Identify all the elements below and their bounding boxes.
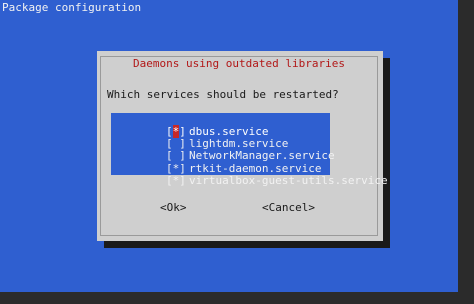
window-edge-bottom [0,292,474,304]
title-bar: Package configuration [0,0,474,18]
ok-button[interactable]: <Ok> [160,201,187,214]
list-item[interactable]: [ ] NetworkManager.service [113,138,335,162]
restart-question: Which services should be restarted? [107,88,339,101]
dialog-buttons: <Ok> <Cancel> [97,201,383,215]
list-item[interactable]: [ ] lightdm.service [113,126,288,150]
terminal-screen: Package configuration Daemons using outd… [0,0,474,304]
checkbox[interactable]: [*] [166,175,187,187]
dialog-title: Daemons using outdated libraries [129,57,349,70]
package-config-dialog: Daemons using outdated libraries Which s… [97,51,388,241]
services-checklist[interactable]: [*] dbus.service [ ] lightdm.service [ ] Ne… [111,113,388,187]
list-item[interactable]: [*] virtualbox-guest-utils.service [113,163,388,187]
list-item[interactable]: [*] rtkit-daemon.service [113,151,321,175]
window-title: Package configuration [2,1,142,14]
service-label: virtualbox-guest-utils.service [188,174,388,187]
list-item[interactable]: [*] dbus.service [113,114,268,138]
cancel-button[interactable]: <Cancel> [262,201,315,214]
window-edge-right [458,0,474,304]
